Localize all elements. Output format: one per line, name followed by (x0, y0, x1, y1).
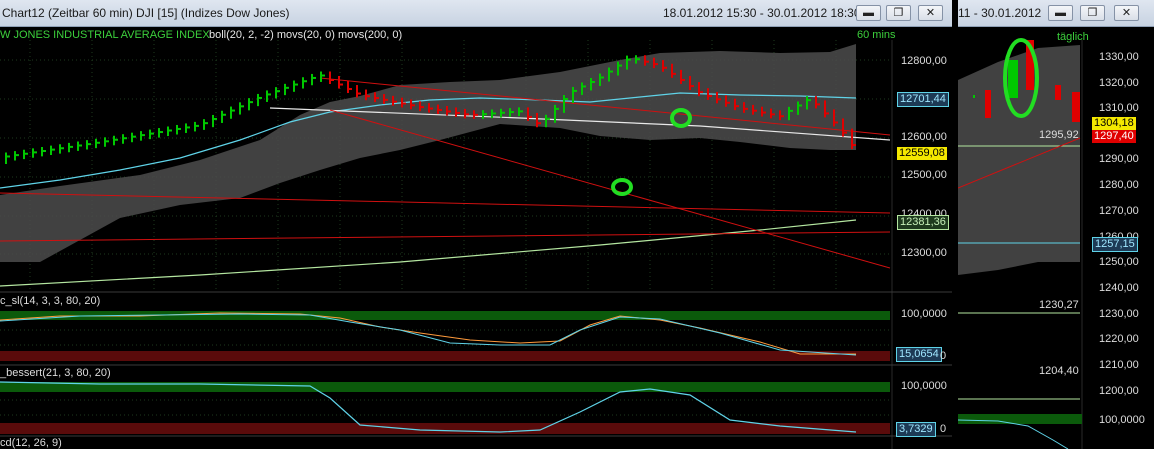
main-restore-button[interactable]: ❐ (886, 5, 911, 21)
stoch-label: c_sl(14, 3, 3, 80, 20) (0, 295, 101, 307)
daily-minimize-button[interactable]: ▬ (1048, 5, 1073, 21)
ma200-value-tag: 12381,36 (897, 215, 949, 230)
daily-restore-button[interactable]: ❐ (1080, 5, 1105, 21)
instrument-header: W JONES INDUSTRIAL AVERAGE INDEX (0, 29, 210, 41)
daily-chart-window: 11 - 30.01.2012 ▬ ❐ ✕ täglich 1330,00 13… (958, 0, 1154, 449)
daily-level-1-label: 1295,92 (1039, 129, 1079, 141)
close-icon: ✕ (1121, 7, 1132, 19)
daily-y-tick: 1200,00 (1099, 385, 1139, 397)
daily-y-tick: 1230,00 (1099, 308, 1139, 320)
rsi-label: _bessert(21, 3, 80, 20) (0, 367, 111, 379)
daily-y-tick: 1320,00 (1099, 77, 1139, 89)
daily-titlebar[interactable]: 11 - 30.01.2012 ▬ ❐ ✕ (958, 0, 1154, 27)
y-tick: 12500,00 (901, 169, 947, 181)
main-chart-window: Chart12 (Zeitbar 60 min) DJI [15] (Indiz… (0, 0, 952, 449)
main-close-button[interactable]: ✕ (918, 5, 943, 21)
red-horizontal-2 (0, 231, 891, 242)
daily-close-button[interactable]: ✕ (1114, 5, 1139, 21)
daily-candle (1072, 92, 1080, 122)
daily-y-tick: 1250,00 (1099, 256, 1139, 268)
y-tick: 12300,00 (901, 247, 947, 259)
daily-low-price-tag: 1297,40 (1092, 130, 1136, 143)
daily-y-tick: 1220,00 (1099, 333, 1139, 345)
stoch-high-tick: 100,0000 (901, 308, 947, 320)
rsi-value-tag: 3,7329 (896, 422, 936, 437)
minimize-icon: ▬ (863, 7, 874, 19)
restore-icon: ❐ (1087, 7, 1098, 19)
bollinger-band (0, 44, 856, 262)
y-tick: 12600,00 (901, 131, 947, 143)
close-icon: ✕ (925, 7, 936, 19)
price-chart[interactable] (0, 26, 952, 449)
daily-candle (985, 90, 991, 118)
rsi-high-tick: 100,0000 (901, 380, 947, 392)
main-date-range: 18.01.2012 15:30 - 30.01.2012 18:30 (663, 6, 861, 20)
daily-last-price-tag: 1304,18 (1092, 117, 1136, 130)
last-price-tag: 12559,08 (897, 147, 947, 160)
daily-candle (1055, 85, 1061, 100)
main-minimize-button[interactable]: ▬ (856, 5, 881, 21)
daily-osc-high-tick: 100,0000 (1099, 414, 1145, 426)
main-titlebar[interactable]: Chart12 (Zeitbar 60 min) DJI [15] (Indiz… (0, 0, 952, 27)
daily-window-title: 11 - 30.01.2012 (958, 6, 1042, 20)
daily-y-tick: 1240,00 (1099, 282, 1139, 294)
ma200-line (0, 219, 857, 287)
daily-timeframe-label: täglich (1057, 31, 1089, 43)
macd-label: cd(12, 26, 9) (0, 437, 62, 449)
daily-y-tick: 1330,00 (1099, 51, 1139, 63)
daily-y-tick: 1270,00 (1099, 205, 1139, 217)
daily-candle (973, 95, 975, 98)
rsi-low-tick: 0 (940, 423, 947, 435)
daily-y-tick: 1210,00 (1099, 359, 1139, 371)
indicator-params: boll(20, 2, -2) movs(20, 0) movs(200, 0) (209, 29, 403, 41)
minimize-icon: ▬ (1055, 7, 1066, 19)
daily-level-2-label: 1230,27 (1039, 299, 1079, 311)
restore-icon: ❐ (893, 7, 904, 19)
daily-ma-tag: 1257,15 (1092, 237, 1138, 252)
ma20-value-tag: 12701,44 (897, 92, 949, 107)
daily-bollinger-band (958, 45, 1080, 275)
timeframe-label: 60 mins (857, 29, 896, 41)
daily-y-tick: 1310,00 (1099, 102, 1139, 114)
daily-candle (1008, 60, 1018, 98)
stoch-value-tag: 15,0654 (896, 347, 942, 362)
y-tick: 12800,00 (901, 55, 947, 67)
daily-y-tick: 1290,00 (1099, 153, 1139, 165)
daily-y-tick: 1280,00 (1099, 179, 1139, 191)
daily-osc-line (958, 419, 1069, 449)
daily-level-3-label: 1204,40 (1039, 365, 1079, 377)
stoch-low-tick: 0 (940, 350, 947, 362)
main-window-title: Chart12 (Zeitbar 60 min) DJI [15] (Indiz… (2, 6, 290, 20)
